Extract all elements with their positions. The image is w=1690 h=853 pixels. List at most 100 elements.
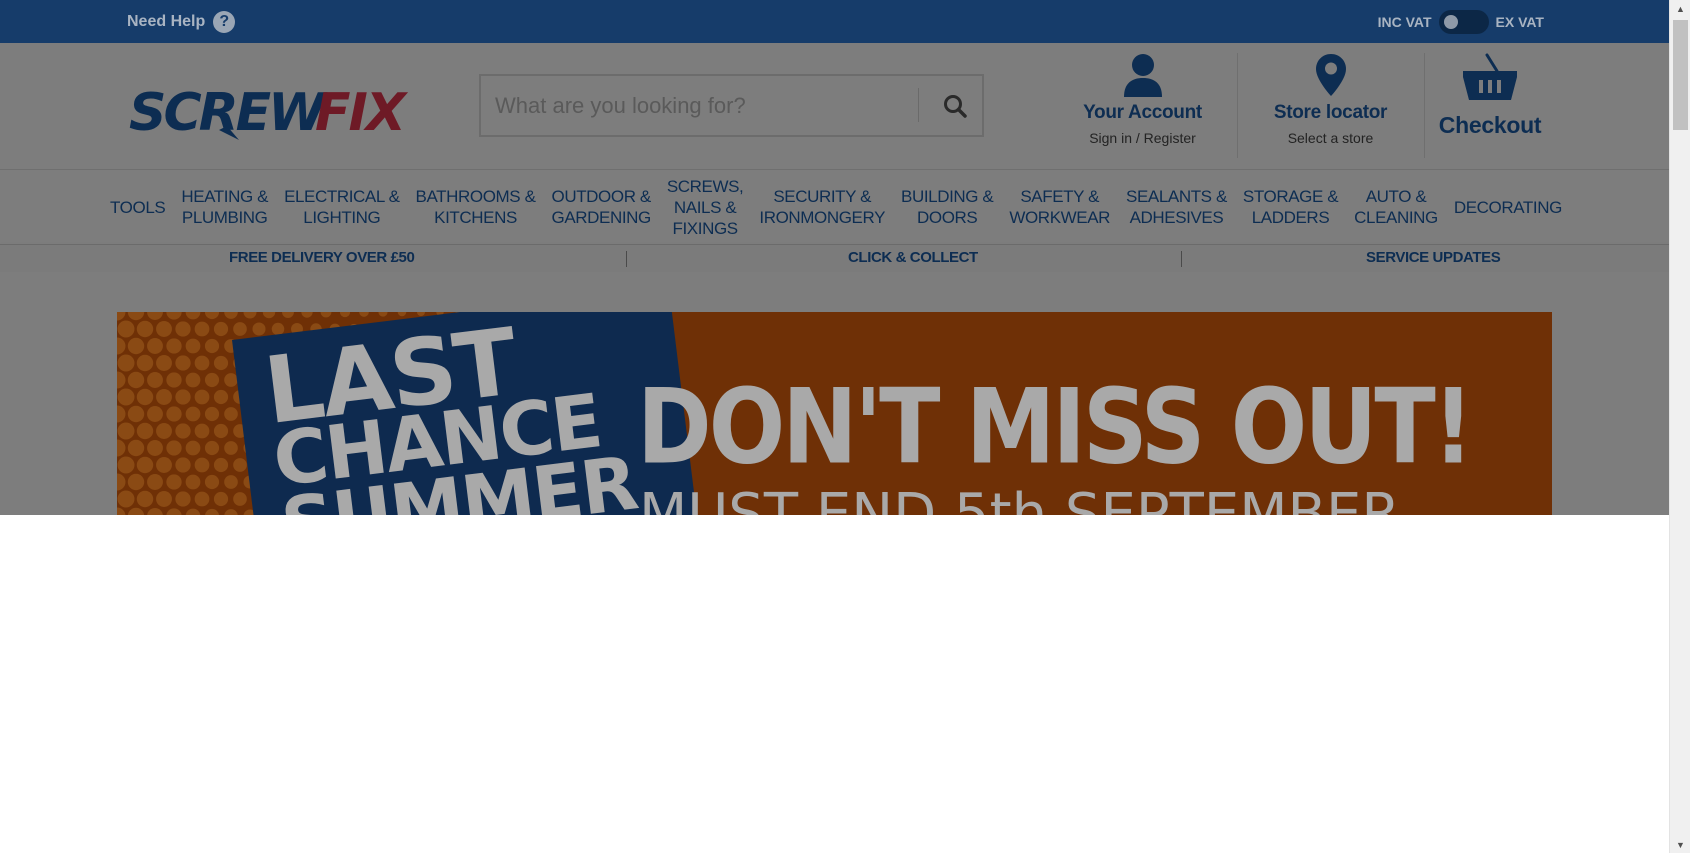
pattern-dot: [185, 440, 201, 456]
nav-item[interactable]: ELECTRICAL & LIGHTING: [284, 186, 400, 228]
pattern-dot: [194, 389, 210, 405]
search-button[interactable]: [929, 76, 981, 135]
pattern-dot: [117, 507, 126, 515]
pattern-dot: [136, 422, 154, 440]
pattern-dot: [156, 457, 172, 473]
pattern-dot: [175, 491, 191, 507]
pattern-dot: [224, 475, 238, 489]
pattern-dot: [194, 423, 210, 439]
pattern-dot: [147, 338, 163, 354]
click-collect-link[interactable]: CLICK & COLLECT: [848, 249, 978, 266]
nav-item[interactable]: OUTDOOR & GARDENING: [552, 186, 652, 228]
pattern-dot: [204, 474, 220, 490]
pattern-dot: [117, 320, 135, 338]
nav-item[interactable]: AUTO & CLEANING: [1354, 186, 1438, 228]
service-strip: FREE DELIVERY OVER £50 CLICK & COLLECT S…: [0, 244, 1669, 272]
scroll-down-arrow-icon[interactable]: ▼: [1670, 836, 1690, 853]
pattern-dot: [117, 422, 135, 440]
site-header: SCREW FIX Your Account Sign in / Registe…: [0, 43, 1669, 170]
checkout-link[interactable]: Checkout: [1430, 53, 1550, 139]
pattern-dot: [194, 491, 210, 507]
vertical-scrollbar[interactable]: ▲ ▼: [1669, 0, 1690, 853]
pattern-dot: [156, 355, 172, 371]
nav-item[interactable]: HEATING & PLUMBING: [181, 186, 268, 228]
nav-item[interactable]: SEALANTS & ADHESIVES: [1126, 186, 1227, 228]
screwfix-logo[interactable]: SCREW FIX: [127, 78, 417, 148]
pattern-dot: [213, 457, 229, 473]
pattern-dot: [166, 312, 182, 320]
pattern-dot: [224, 312, 238, 319]
strip-divider: [1181, 251, 1182, 267]
scroll-thumb[interactable]: [1673, 20, 1688, 130]
free-delivery-link[interactable]: FREE DELIVERY OVER £50: [229, 249, 415, 266]
service-updates-link[interactable]: SERVICE UPDATES: [1366, 249, 1501, 266]
pattern-dot: [224, 509, 238, 515]
pattern-dot: [175, 321, 191, 337]
nav-item[interactable]: BATHROOMS & KITCHENS: [416, 186, 536, 228]
pattern-dot: [117, 405, 126, 423]
pattern-dot: [156, 389, 172, 405]
map-pin-icon: [1315, 54, 1346, 96]
pattern-dot: [175, 355, 191, 371]
pattern-dot: [224, 407, 238, 421]
search-input[interactable]: [495, 76, 925, 135]
pattern-dot: [213, 423, 229, 439]
pattern-dot: [194, 321, 210, 337]
vat-switch: INC VAT EX VAT: [1378, 10, 1544, 34]
pattern-dot: [194, 355, 210, 371]
pattern-dot: [204, 372, 220, 388]
pattern-dot: [175, 423, 191, 439]
pattern-dot: [117, 371, 126, 389]
vat-toggle-knob: [1443, 15, 1458, 29]
pattern-dot: [147, 406, 163, 422]
nav-item[interactable]: SECURITY & IRONMONGERY: [759, 186, 885, 228]
pattern-dot: [166, 338, 182, 354]
search-box: [479, 74, 984, 137]
pattern-dot: [194, 457, 210, 473]
need-help-link[interactable]: Need Help ?: [127, 11, 236, 33]
checkout-title: Checkout: [1438, 112, 1542, 138]
pattern-dot: [127, 507, 145, 515]
pattern-dot: [136, 456, 154, 474]
pattern-dot: [262, 312, 276, 319]
pattern-dot: [136, 490, 154, 508]
pattern-dot: [243, 312, 257, 319]
store-locator-link[interactable]: Store locator Select a store: [1248, 53, 1413, 146]
strip-divider: [626, 251, 627, 267]
pattern-dot: [147, 508, 163, 515]
header-divider: [1424, 53, 1425, 158]
pattern-dot: [117, 337, 126, 355]
pattern-dot: [185, 508, 201, 515]
nav-item[interactable]: SCREWS, NAILS & FIXINGS: [667, 176, 744, 239]
inc-vat-label: INC VAT: [1377, 14, 1432, 30]
nav-item[interactable]: DECORATING: [1454, 197, 1562, 218]
nav-item[interactable]: BUILDING & DOORS: [901, 186, 994, 228]
pattern-dot: [233, 322, 247, 336]
nav-item[interactable]: STORAGE & LADDERS: [1243, 186, 1339, 228]
main-content: LAST CHANCE SUMMER DON'T MISS OUT! MUST …: [0, 272, 1669, 515]
pattern-dot: [147, 440, 163, 456]
scroll-up-arrow-icon[interactable]: ▲: [1670, 0, 1690, 17]
vat-toggle[interactable]: [1438, 10, 1489, 34]
nav-item[interactable]: SAFETY & WORKWEAR: [1009, 186, 1110, 228]
account-link[interactable]: Your Account Sign in / Register: [1060, 53, 1225, 146]
category-nav-list: TOOLS HEATING & PLUMBING ELECTRICAL & LIGH…: [110, 170, 1562, 244]
search-icon: [944, 94, 967, 118]
pattern-dot: [147, 474, 163, 490]
pattern-dot: [136, 388, 154, 406]
pattern-dot: [185, 474, 201, 490]
pattern-dot: [166, 474, 182, 490]
svg-text:FIX: FIX: [315, 83, 409, 143]
nav-item[interactable]: TOOLS: [110, 197, 166, 218]
pattern-dot: [233, 492, 247, 506]
pattern-dot: [127, 439, 145, 457]
pattern-dot: [147, 372, 163, 388]
pattern-dot: [185, 338, 201, 354]
pattern-dot: [166, 406, 182, 422]
pattern-dot: [127, 473, 145, 491]
need-help-label: Need Help: [127, 13, 206, 30]
pattern-dot: [156, 491, 172, 507]
category-nav: TOOLS HEATING & PLUMBING ELECTRICAL & LIGH…: [0, 170, 1669, 244]
promo-banner[interactable]: LAST CHANCE SUMMER DON'T MISS OUT! MUST …: [117, 312, 1552, 515]
header-divider: [1237, 53, 1238, 158]
